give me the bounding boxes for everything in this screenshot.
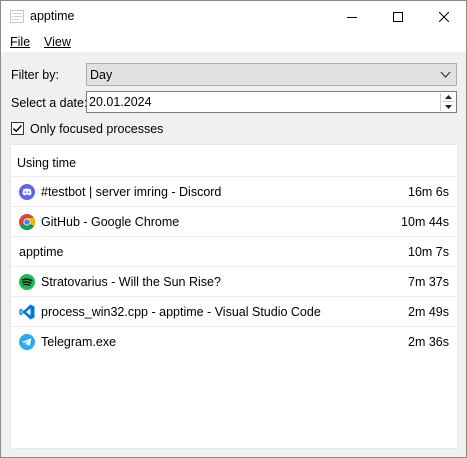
title-bar[interactable]: apptime	[1, 1, 466, 32]
date-spinner[interactable]	[440, 93, 455, 111]
list-item[interactable]: GitHub - Google Chrome 10m 44s	[11, 206, 457, 236]
chevron-down-icon	[440, 71, 451, 78]
list-header: Using time	[17, 156, 77, 170]
maximize-button[interactable]	[375, 1, 421, 32]
focused-label[interactable]: Only focused processes	[30, 122, 163, 136]
arrow-down-icon	[444, 104, 452, 109]
filter-value: Day	[90, 68, 113, 82]
item-name: apptime	[19, 245, 64, 259]
chrome-icon	[19, 214, 35, 230]
menu-file[interactable]: File	[10, 35, 30, 49]
close-icon	[439, 11, 449, 22]
item-time: 16m 6s	[408, 185, 449, 199]
item-name: GitHub - Google Chrome	[41, 215, 180, 229]
list-item[interactable]: apptime 10m 7s	[11, 236, 457, 266]
maximize-icon	[393, 11, 403, 22]
discord-icon	[19, 184, 35, 200]
list-item[interactable]: Telegram.exe 2m 36s	[11, 326, 457, 356]
item-time: 10m 44s	[401, 215, 449, 229]
item-name: Stratovarius - Will the Sun Rise?	[41, 275, 221, 289]
filter-dropdown[interactable]: Day	[86, 63, 457, 86]
item-time: 2m 49s	[408, 305, 449, 319]
usage-list: Using time #testbot | server imring - Di…	[10, 144, 458, 449]
list-item[interactable]: Stratovarius - Will the Sun Rise? 7m 37s	[11, 266, 457, 296]
spin-up-button[interactable]	[441, 93, 455, 102]
focused-checkbox[interactable]	[11, 122, 24, 135]
list-item[interactable]: #testbot | server imring - Discord 16m 6…	[11, 176, 457, 206]
app-icon	[10, 10, 24, 23]
item-time: 10m 7s	[408, 245, 449, 259]
item-time: 2m 36s	[408, 335, 449, 349]
item-name: process_win32.cpp - apptime - Visual Stu…	[41, 305, 321, 319]
item-name: Telegram.exe	[41, 335, 117, 349]
item-name: #testbot | server imring - Discord	[41, 185, 222, 199]
menu-bar: File View	[1, 32, 466, 52]
minimize-button[interactable]	[329, 1, 375, 32]
telegram-icon	[19, 334, 35, 350]
close-button[interactable]	[421, 1, 466, 32]
item-time: 7m 37s	[408, 275, 449, 289]
arrow-up-icon	[444, 95, 452, 99]
app-window: apptime File View Filter by: Day Select …	[0, 0, 467, 458]
list-item[interactable]: process_win32.cpp - apptime - Visual Stu…	[11, 296, 457, 326]
window-title: apptime	[30, 9, 75, 23]
date-value: 20.01.2024	[89, 95, 152, 109]
spin-down-button[interactable]	[441, 102, 455, 111]
filter-label: Filter by:	[11, 68, 59, 82]
vscode-icon	[19, 304, 35, 320]
checkmark-icon	[13, 125, 23, 133]
date-label: Select a date:	[11, 96, 88, 110]
spotify-icon	[19, 274, 35, 290]
date-input[interactable]: 20.01.2024	[86, 91, 457, 113]
minimize-icon	[347, 16, 357, 18]
menu-view[interactable]: View	[44, 35, 71, 49]
